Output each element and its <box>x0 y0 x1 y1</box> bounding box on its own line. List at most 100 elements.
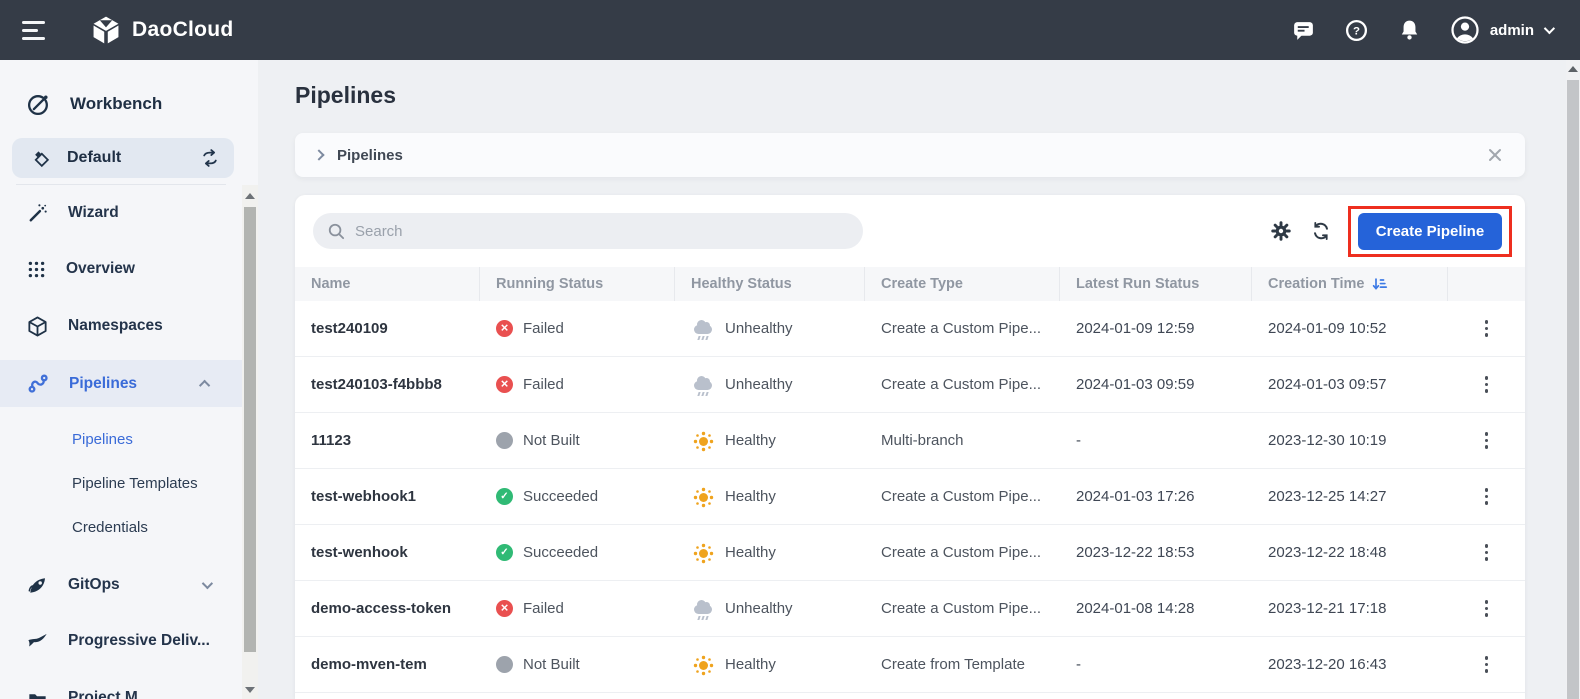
sidebar-item-overview[interactable]: Overview <box>0 247 242 291</box>
latest-run-status: 2023-12-22 18:53 <box>1076 544 1195 561</box>
healthy-status-cell: Healthy <box>675 541 865 565</box>
row-actions-kebab-icon[interactable] <box>1479 370 1495 399</box>
sidebar-toggle-menu-icon[interactable] <box>22 19 48 41</box>
chat-icon[interactable] <box>1291 17 1317 43</box>
expand-chevron-down-icon[interactable] <box>201 577 214 590</box>
latest-run-status: 2024-01-08 14:28 <box>1076 600 1195 617</box>
table-row[interactable]: test-webhook1 Succeeded Healthy Create a… <box>295 469 1525 525</box>
username-label: admin <box>1489 21 1534 39</box>
row-actions-kebab-icon[interactable] <box>1479 650 1495 679</box>
pipeline-name[interactable]: demo-mven-tem <box>295 656 480 673</box>
table-row[interactable]: test-wenhook Succeeded Healthy Create a … <box>295 525 1525 581</box>
sidebar-item-progressive-delivery[interactable]: Progressive Deliv... <box>0 619 242 663</box>
running-status-icon <box>496 600 513 617</box>
pipeline-name[interactable]: demo-access-token <box>295 600 480 617</box>
pipeline-name[interactable]: test-webhook1 <box>295 488 480 505</box>
running-status-icon <box>496 320 513 337</box>
table-row[interactable]: 11123 Not Built Healthy Multi-branch - 2… <box>295 413 1525 469</box>
running-status-icon <box>496 656 513 673</box>
creation-time: 2023-12-25 14:27 <box>1268 488 1387 505</box>
pipeline-name[interactable]: test240109 <box>295 320 480 337</box>
healthy-status-label: Unhealthy <box>725 320 793 337</box>
sidebar: Workbench Default Wizard Overview Namesp… <box>0 60 258 699</box>
creation-time: 2023-12-30 10:19 <box>1268 432 1387 449</box>
sidebar-scrollbar[interactable] <box>242 185 258 699</box>
column-header-create-type[interactable]: Create Type <box>865 267 1060 301</box>
table-settings-gear-icon[interactable] <box>1267 217 1295 245</box>
breadcrumb-chevron-right-icon[interactable] <box>313 149 325 161</box>
brand-name: DaoCloud <box>132 18 234 41</box>
create-type: Multi-branch <box>881 432 964 449</box>
pipeline-name[interactable]: test240103-f4bbb8 <box>295 376 480 393</box>
page-scrollbar[interactable] <box>1566 60 1580 699</box>
running-status-cell: Failed <box>480 376 675 393</box>
scroll-up-arrow-icon[interactable] <box>1568 66 1578 72</box>
sidebar-item-gitops[interactable]: GitOps <box>0 563 242 607</box>
refresh-icon[interactable] <box>1307 217 1335 245</box>
column-header-healthy-status[interactable]: Healthy Status <box>675 267 865 301</box>
scroll-down-arrow-icon[interactable] <box>245 687 255 693</box>
running-status-label: Failed <box>523 376 564 393</box>
column-header-name[interactable]: Name <box>295 267 480 301</box>
sidebar-scrollbar-thumb[interactable] <box>244 207 256 652</box>
healthy-status-label: Unhealthy <box>725 376 793 393</box>
search-icon <box>327 222 346 241</box>
sort-descending-icon[interactable] <box>1372 276 1388 292</box>
table-row[interactable]: test240109 Failed Unhealthy Create a Cus… <box>295 301 1525 357</box>
sidebar-subitem-credentials[interactable]: Credentials <box>0 508 242 546</box>
sidebar-item-pipelines[interactable]: Pipelines <box>0 360 242 407</box>
healthy-status-cell: Healthy <box>675 653 865 677</box>
create-pipeline-button[interactable]: Create Pipeline <box>1358 213 1502 250</box>
table-row[interactable]: demo-access-token Failed Unhealthy Creat… <box>295 581 1525 637</box>
user-menu[interactable]: admin <box>1450 15 1556 45</box>
table-row[interactable]: demo-mven-tem Not Built Healthy Create f… <box>295 637 1525 693</box>
folder-icon <box>26 687 49 699</box>
running-status-label: Succeeded <box>523 544 599 561</box>
workspace-label: Default <box>67 149 122 166</box>
running-status-icon <box>496 432 513 449</box>
running-status-cell: Not Built <box>480 432 675 449</box>
sidebar-item-namespaces[interactable]: Namespaces <box>0 304 242 348</box>
pipeline-name[interactable]: test-wenhook <box>295 544 480 561</box>
healthy-status-cell: Unhealthy <box>675 373 865 397</box>
sidebar-item-project-management[interactable]: Project M... <box>0 676 242 699</box>
switch-workspace-icon[interactable] <box>200 148 220 168</box>
sidebar-subitem-pipelines[interactable]: Pipelines <box>0 420 242 458</box>
column-header-creation-time[interactable]: Creation Time <box>1252 267 1448 301</box>
collapse-chevron-up-icon[interactable] <box>198 379 211 391</box>
close-icon[interactable] <box>1485 145 1505 165</box>
sidebar-item-wizard[interactable]: Wizard <box>0 191 242 235</box>
row-actions-kebab-icon[interactable] <box>1479 426 1495 455</box>
running-status-label: Failed <box>523 600 564 617</box>
healthy-status-label: Healthy <box>725 488 776 505</box>
workspace-selector-default[interactable]: Default <box>12 138 234 178</box>
column-header-running-status[interactable]: Running Status <box>480 267 675 301</box>
healthy-status-cell: Unhealthy <box>675 597 865 621</box>
healthy-status-cell: Healthy <box>675 485 865 509</box>
weather-status-icon <box>691 541 715 565</box>
sidebar-subitem-pipeline-templates[interactable]: Pipeline Templates <box>0 464 242 502</box>
notifications-bell-icon[interactable] <box>1397 17 1423 43</box>
weather-status-icon <box>691 485 715 509</box>
row-actions-kebab-icon[interactable] <box>1479 314 1495 343</box>
column-header-latest-run-status[interactable]: Latest Run Status <box>1060 267 1252 301</box>
running-status-label: Failed <box>523 320 564 337</box>
table-row[interactable]: test240103-f4bbb8 Failed Unhealthy Creat… <box>295 357 1525 413</box>
row-actions-kebab-icon[interactable] <box>1479 538 1495 567</box>
page-scrollbar-thumb[interactable] <box>1567 80 1579 699</box>
table-header-row: Name Running Status Healthy Status Creat… <box>295 267 1525 301</box>
column-header-actions <box>1448 267 1525 301</box>
row-actions-kebab-icon[interactable] <box>1479 482 1495 511</box>
latest-run-status: 2024-01-09 12:59 <box>1076 320 1195 337</box>
search-input[interactable] <box>355 222 849 240</box>
page-title: Pipelines <box>295 82 396 108</box>
pipeline-name[interactable]: 11123 <box>295 432 480 449</box>
daocloud-cube-icon <box>90 14 122 46</box>
breadcrumb[interactable]: Pipelines <box>337 147 403 164</box>
creation-time: 2023-12-20 16:43 <box>1268 656 1387 673</box>
scroll-up-arrow-icon[interactable] <box>245 193 255 199</box>
brand-logo[interactable]: DaoCloud <box>90 14 234 46</box>
sidebar-item-workbench[interactable]: Workbench <box>0 80 242 128</box>
help-icon[interactable]: ? <box>1344 17 1370 43</box>
row-actions-kebab-icon[interactable] <box>1479 594 1495 623</box>
